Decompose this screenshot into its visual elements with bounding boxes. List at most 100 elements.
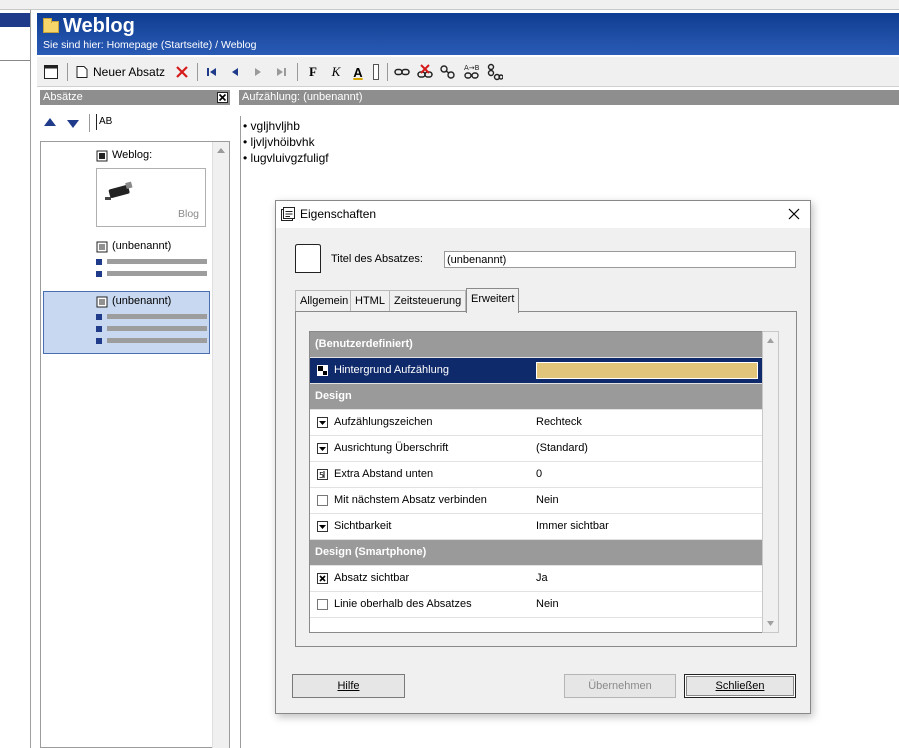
spinner-icon: 5 (319, 471, 325, 479)
bullet-preview-line (107, 338, 207, 343)
apply-button-label: Übernehmen (588, 680, 652, 692)
svg-text:5: 5 (319, 471, 324, 479)
link-icon (394, 68, 410, 76)
category-row[interactable]: Design (Smartphone) (310, 540, 762, 566)
tab-erweitert[interactable]: Erweitert (466, 288, 520, 313)
paragraph-doc-icon (294, 243, 322, 274)
dropdown-icon (317, 521, 328, 532)
tab-zeitsteuerung[interactable]: Zeitsteuerung (389, 290, 467, 312)
list-item[interactable]: Weblog: (96, 148, 206, 164)
editor-toolbar: Neuer Absatz F K A A→B (37, 57, 899, 87)
property-row[interactable]: Linie oberhalb des Absatzes Nein (310, 592, 762, 618)
list-item[interactable]: (unbenannt) (96, 240, 206, 256)
bullet-item[interactable]: • vgljhvljhb (243, 119, 300, 133)
list-item[interactable]: (unbenannt) (96, 295, 206, 311)
insert-link-button[interactable] (393, 62, 411, 82)
bullet-item[interactable]: • ljvljvhöibvhk (243, 135, 315, 149)
new-paragraph-button[interactable]: Neuer Absatz (75, 62, 169, 82)
category-row[interactable]: Design (310, 384, 762, 410)
checkbox-checked[interactable] (317, 573, 328, 584)
svg-text:A→B: A→B (464, 64, 480, 72)
link-chain-icon (440, 65, 455, 79)
property-row[interactable]: Mit nächstem Absatz verbinden Nein (310, 488, 762, 514)
bullet-square (96, 338, 102, 344)
text-cursor-button[interactable] (371, 62, 381, 82)
last-icon (277, 68, 286, 76)
property-grid-scrollbar[interactable] (762, 331, 779, 633)
paragraph-list-scrollbar[interactable] (212, 142, 229, 748)
arrow-up-icon (44, 118, 56, 126)
close-pane-button[interactable] (217, 92, 228, 103)
color-value-swatch[interactable] (536, 362, 758, 379)
page-view-icon (44, 65, 58, 79)
italic-button[interactable]: K (327, 62, 345, 82)
paragraphs-pane-title: Absätze (43, 91, 83, 103)
category-row[interactable]: (Benutzerdefiniert) (310, 332, 762, 358)
title-field[interactable] (444, 251, 796, 268)
help-button[interactable]: Hilfe (292, 674, 405, 698)
previous-button[interactable] (226, 62, 244, 82)
chevron-down-icon (319, 525, 326, 529)
link-properties-button[interactable] (439, 62, 457, 82)
new-paragraph-label: Neuer Absatz (93, 65, 166, 79)
toolbar-separator (197, 63, 198, 81)
property-row[interactable]: Sichtbarkeit Immer sichtbar (310, 514, 762, 540)
first-icon (207, 68, 216, 76)
sort-button[interactable]: AB (96, 114, 116, 130)
category-label: Design (Smartphone) (315, 546, 427, 558)
dialog-titlebar: Eigenschaften (276, 201, 810, 228)
move-up-button[interactable] (43, 116, 57, 130)
bullet-item[interactable]: • lugvluivgzfuligf (243, 151, 329, 165)
tab-html[interactable]: HTML (350, 290, 390, 312)
property-row-selected[interactable]: Hintergrund Aufzählung (310, 358, 762, 384)
checkbox-unchecked[interactable] (317, 495, 328, 506)
title-field-label: Titel des Absatzes: (331, 253, 423, 265)
property-row[interactable]: Absatz sichtbar Ja (310, 566, 762, 592)
property-value: Ja (536, 572, 548, 584)
pane-toolbar-separator (89, 114, 90, 132)
next-button[interactable] (249, 62, 267, 82)
category-label: (Benutzerdefiniert) (315, 338, 413, 350)
delete-button[interactable] (173, 62, 191, 82)
document-icon (295, 244, 321, 273)
last-button[interactable] (272, 62, 290, 82)
close-button-label: Schließen (715, 680, 765, 692)
close-icon (788, 208, 800, 220)
property-label: Hintergrund Aufzählung (334, 364, 449, 376)
move-down-button[interactable] (66, 116, 80, 130)
property-label: Linie oberhalb des Absatzes (334, 598, 472, 610)
replace-link-button[interactable]: A→B (462, 62, 482, 82)
anchor-chain-icon (487, 63, 503, 81)
scroll-up-icon (767, 338, 774, 343)
remove-link-button[interactable] (416, 62, 434, 82)
property-row[interactable]: 5 Extra Abstand unten 0 (310, 462, 762, 488)
dialog-title: Eigenschaften (300, 207, 377, 221)
dialog-close-button[interactable] (786, 206, 802, 222)
bullet-text: lugvluivgzfuligf (250, 151, 329, 165)
toolbar-separator (67, 63, 68, 81)
text-color-button[interactable]: A (349, 62, 367, 82)
category-label: Design (315, 390, 352, 402)
blog-thumbnail[interactable]: Blog (96, 168, 206, 227)
anchor-button[interactable] (486, 62, 504, 82)
checkbox-unchecked[interactable] (317, 599, 328, 610)
list-item-label: (unbenannt) (112, 295, 172, 307)
apply-button[interactable]: Übernehmen (564, 674, 676, 698)
bullet-preview-line (107, 314, 207, 319)
unlink-icon (417, 64, 433, 78)
page-view-button[interactable] (41, 62, 61, 82)
property-value: Immer sichtbar (536, 520, 609, 532)
previous-icon (232, 68, 238, 76)
property-label: Mit nächstem Absatz verbinden (334, 494, 487, 506)
property-row[interactable]: Ausrichtung Überschrift (Standard) (310, 436, 762, 462)
first-button[interactable] (203, 62, 221, 82)
property-row[interactable]: Aufzählungszeichen Rechteck (310, 410, 762, 436)
bullet-square (96, 314, 102, 320)
bold-button[interactable]: F (304, 62, 322, 82)
dropdown-icon (317, 443, 328, 454)
close-button[interactable]: Schließen (684, 674, 796, 698)
help-button-label: Hilfe (337, 680, 360, 692)
bullet-preview-line (107, 326, 207, 331)
tab-allgemein[interactable]: Allgemein (295, 290, 354, 312)
top-strip (0, 0, 899, 10)
